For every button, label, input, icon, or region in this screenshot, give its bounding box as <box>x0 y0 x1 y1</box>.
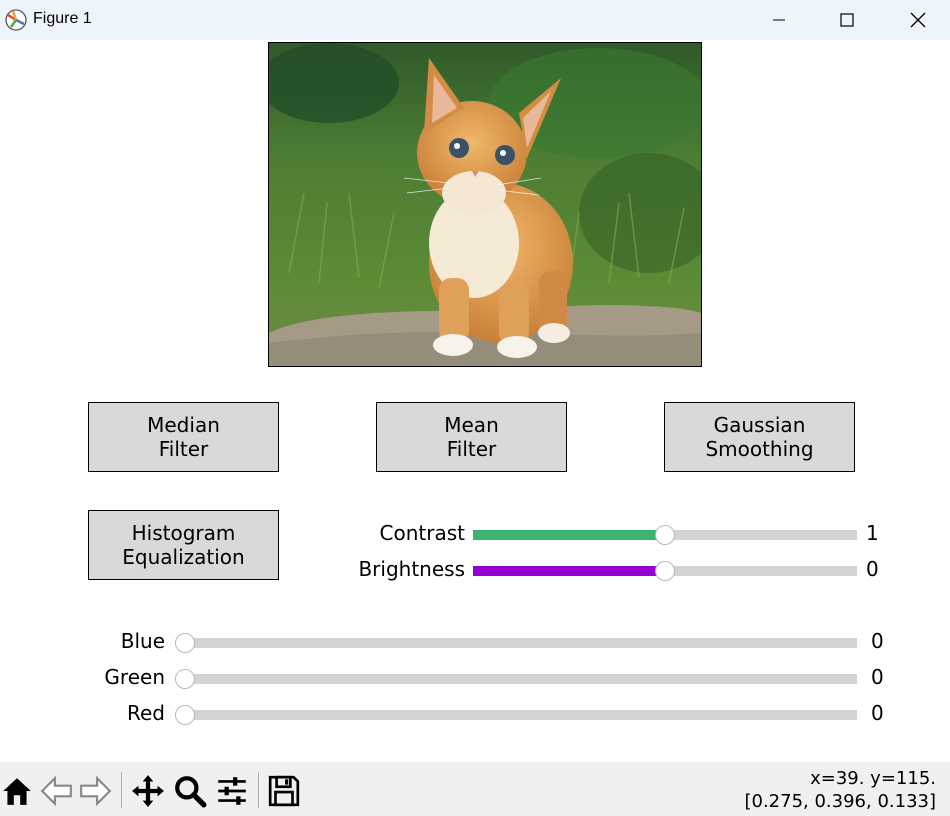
contrast-slider-track[interactable] <box>473 525 857 545</box>
blue-slider-label: Blue <box>120 629 165 653</box>
toolbar-separator <box>258 772 259 808</box>
gaussian-smoothing-label-line2: Smoothing <box>705 437 814 461</box>
configure-subplots-icon[interactable] <box>215 774 249 808</box>
red-slider-label: Red <box>127 701 165 725</box>
red-slider-value: 0 <box>871 701 884 725</box>
mean-filter-label-line2: Filter <box>446 437 497 461</box>
minimize-button[interactable] <box>756 0 802 40</box>
kitten-photo <box>269 43 701 366</box>
green-slider-label: Green <box>104 665 165 689</box>
histogram-equalization-label-line1: Histogram <box>131 521 236 545</box>
mean-filter-label-line1: Mean <box>444 413 499 437</box>
toolbar-separator <box>121 772 122 808</box>
blue-slider-handle[interactable] <box>175 633 195 653</box>
brightness-slider-track[interactable] <box>473 561 857 581</box>
green-slider-handle[interactable] <box>175 669 195 689</box>
brightness-slider-value: 0 <box>866 557 879 581</box>
matplotlib-logo-icon <box>5 9 27 31</box>
minimize-icon <box>773 19 785 21</box>
median-filter-button[interactable]: Median Filter <box>88 402 279 472</box>
mean-filter-button[interactable]: Mean Filter <box>376 402 567 472</box>
gaussian-smoothing-label-line1: Gaussian <box>713 413 806 437</box>
close-button[interactable] <box>895 0 941 40</box>
maximize-button[interactable] <box>824 0 870 40</box>
green-slider-value: 0 <box>871 665 884 689</box>
title-bar: Figure 1 <box>0 0 950 40</box>
home-icon[interactable] <box>0 774 34 808</box>
cursor-position-readout: x=39. y=115. <box>810 768 936 789</box>
median-filter-label-line2: Filter <box>158 437 209 461</box>
brightness-slider-handle[interactable] <box>655 561 675 581</box>
zoom-icon[interactable] <box>173 774 207 808</box>
pan-icon[interactable] <box>131 774 165 808</box>
brightness-slider-fill <box>473 566 665 576</box>
image-display[interactable] <box>268 42 702 367</box>
green-slider-track[interactable] <box>175 669 857 689</box>
save-icon[interactable] <box>267 774 301 808</box>
red-slider-track[interactable] <box>175 705 857 725</box>
contrast-slider-value: 1 <box>866 521 879 545</box>
forward-icon[interactable] <box>78 774 112 808</box>
histogram-equalization-label-line2: Equalization <box>122 545 245 569</box>
window-title: Figure 1 <box>33 10 92 27</box>
median-filter-label-line1: Median <box>147 413 220 437</box>
red-slider-handle[interactable] <box>175 705 195 725</box>
blue-slider-track[interactable] <box>175 633 857 653</box>
close-icon <box>910 12 926 28</box>
contrast-slider-label: Contrast <box>379 521 465 545</box>
contrast-slider-handle[interactable] <box>655 525 675 545</box>
contrast-slider-fill <box>473 530 665 540</box>
blue-slider-value: 0 <box>871 629 884 653</box>
cursor-coordinates: x=39. y=115. [0.275, 0.396, 0.133] <box>744 767 936 813</box>
brightness-slider-label: Brightness <box>358 557 465 581</box>
pixel-value-readout: [0.275, 0.396, 0.133] <box>744 791 936 812</box>
back-icon[interactable] <box>40 774 74 808</box>
maximize-icon <box>840 13 854 27</box>
histogram-equalization-button[interactable]: Histogram Equalization <box>88 510 279 580</box>
gaussian-smoothing-button[interactable]: Gaussian Smoothing <box>664 402 855 472</box>
